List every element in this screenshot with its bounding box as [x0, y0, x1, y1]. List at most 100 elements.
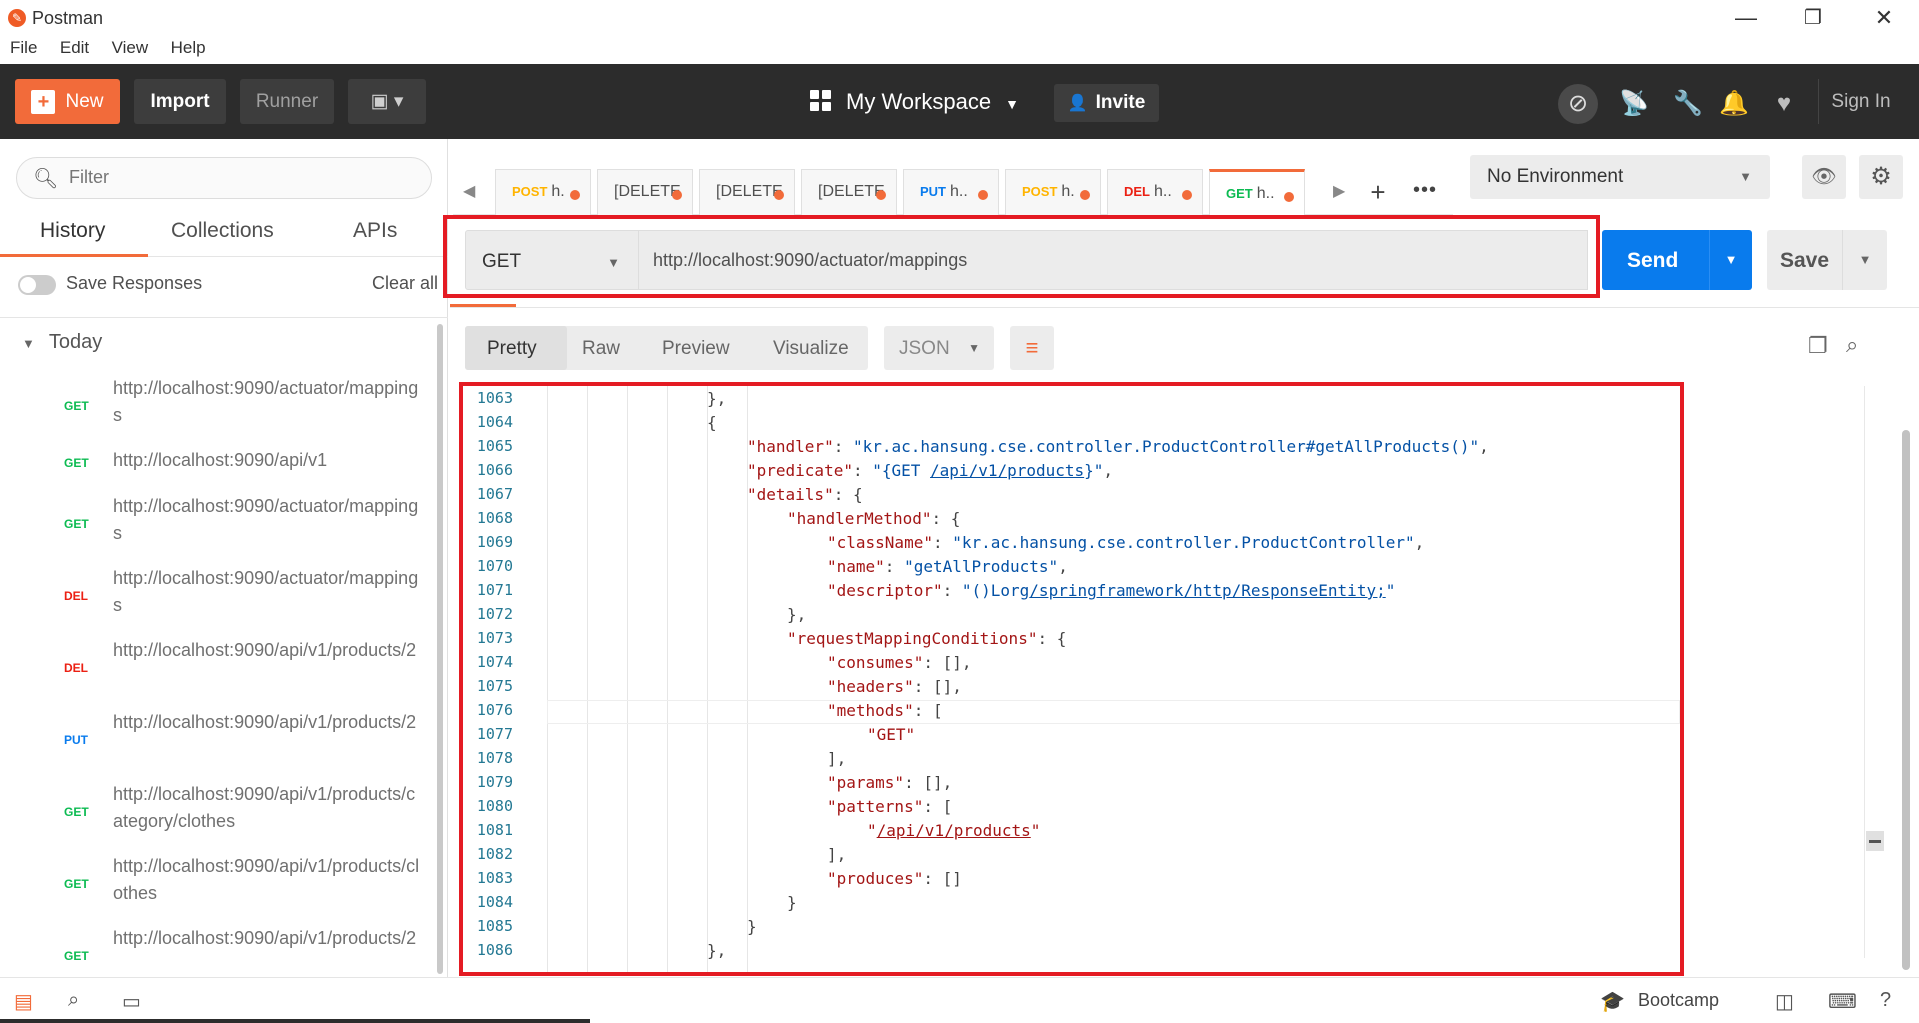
url-input[interactable]: [639, 230, 1588, 290]
line-number: 1068: [476, 509, 513, 527]
history-item[interactable]: GET http://localhost:9090/actuator/mappin…: [0, 485, 440, 557]
menu-view[interactable]: View: [112, 36, 149, 58]
tab-method: PUT: [920, 184, 946, 199]
sign-in-button[interactable]: Sign In: [1818, 79, 1903, 124]
history-method: DEL: [64, 589, 88, 603]
tab-collections[interactable]: Collections: [171, 219, 274, 243]
editor-scroll-marker[interactable]: [1866, 831, 1884, 851]
copy-icon[interactable]: ❐: [1808, 333, 1828, 359]
request-tab[interactable]: GET h..: [1209, 169, 1305, 215]
filter-input[interactable]: [69, 167, 409, 188]
line-number: 1084: [476, 893, 513, 911]
request-tab[interactable]: PUT h..: [903, 169, 999, 215]
unsaved-dot-icon: [1284, 192, 1294, 202]
history-item[interactable]: GET http://localhost:9090/api/v1: [0, 439, 440, 485]
bell-icon[interactable]: 🔔: [1714, 84, 1754, 124]
line-number: 1067: [476, 485, 513, 503]
satellite-icon[interactable]: 📡: [1614, 84, 1654, 124]
restore-icon[interactable]: ❐: [1783, 2, 1843, 34]
history-item[interactable]: PUT http://localhost:9090/api/v1/products…: [0, 701, 440, 773]
format-preview[interactable]: Preview: [662, 338, 730, 360]
page-scrollbar[interactable]: [1902, 430, 1910, 970]
import-button[interactable]: Import: [134, 79, 226, 124]
bootcamp-button[interactable]: Bootcamp: [1638, 990, 1719, 1011]
line-number: 1074: [476, 653, 513, 671]
more-tabs-icon[interactable]: •••: [1405, 170, 1445, 214]
history-url: http://localhost:9090/api/v1/products/cl…: [113, 856, 420, 903]
invite-button[interactable]: 👤 Invite: [1054, 84, 1159, 122]
format-visualize[interactable]: Visualize: [773, 338, 849, 360]
close-icon[interactable]: ✕: [1854, 2, 1914, 34]
menu-bar: File Edit View Help: [0, 36, 1919, 64]
tab-method: DEL: [1124, 184, 1150, 199]
tab-history[interactable]: History: [40, 219, 105, 243]
eye-icon[interactable]: 👁: [1802, 155, 1846, 199]
find-icon[interactable]: ⌕: [68, 989, 79, 1012]
request-tab[interactable]: [DELETE: [801, 169, 897, 215]
bootcamp-icon: 🎓: [1600, 991, 1625, 1013]
request-tab[interactable]: [DELETE: [699, 169, 795, 215]
response-body[interactable]: 1063}, 1064 {1065 "handler": "kr.ac.hansung…: [463, 386, 1680, 972]
save-dropdown-icon[interactable]: ▼: [1842, 230, 1887, 290]
line-number: 1070: [476, 557, 513, 575]
environment-select[interactable]: No Environment ▼: [1470, 155, 1770, 199]
tab-scroll-right-icon[interactable]: ▶: [1333, 181, 1345, 201]
sidebar-scrollbar[interactable]: [437, 324, 443, 974]
menu-file[interactable]: File: [10, 36, 37, 58]
history-url: http://localhost:9090/actuator/mappings: [113, 378, 419, 425]
clear-all-button[interactable]: Clear all: [372, 273, 438, 294]
wrench-icon[interactable]: 🔧: [1668, 84, 1708, 124]
history-group-today[interactable]: ▼ Today: [22, 331, 102, 354]
gear-icon[interactable]: ⚙: [1859, 155, 1903, 199]
code-line: 1080 "patterns": [: [463, 794, 1680, 818]
code-line: 1065 "handler": "kr.ac.hansung.cse.contro…: [463, 434, 1680, 458]
grid-icon: [810, 90, 832, 112]
runner-button[interactable]: Runner: [240, 79, 334, 124]
save-button[interactable]: Save ▼: [1767, 230, 1887, 290]
save-responses-toggle[interactable]: [18, 275, 56, 295]
tab-scroll-left-icon[interactable]: ◀: [463, 181, 475, 201]
app-header: + New Import Runner ▣ ▾ My Workspace ▼ 👤 In…: [0, 64, 1919, 139]
console-icon[interactable]: ▭: [122, 989, 141, 1014]
history-item[interactable]: DEL http://localhost:9090/actuator/mappin…: [0, 557, 440, 629]
request-tab[interactable]: [DELETE: [597, 169, 693, 215]
request-tab[interactable]: POST h.: [495, 169, 591, 215]
group-label: Today: [48, 331, 103, 353]
line-number: 1069: [476, 533, 513, 551]
add-tab-button[interactable]: +: [1358, 170, 1398, 214]
history-item[interactable]: GET http://localhost:9090/api/v1/products…: [0, 773, 440, 845]
format-raw[interactable]: Raw: [582, 338, 620, 360]
new-button[interactable]: + New: [15, 79, 120, 124]
keyboard-icon[interactable]: ⌨: [1828, 989, 1857, 1014]
language-select[interactable]: JSON ▼: [884, 326, 994, 370]
code-line: 1064 {: [463, 410, 1680, 434]
history-item[interactable]: DEL http://localhost:9090/api/v1/products…: [0, 629, 440, 701]
request-tab[interactable]: POST h.: [1005, 169, 1101, 215]
menu-edit[interactable]: Edit: [60, 36, 89, 58]
wrap-lines-icon[interactable]: ≡: [1010, 326, 1054, 370]
help-icon[interactable]: ?: [1880, 989, 1891, 1012]
search-icon[interactable]: ⌕: [1846, 332, 1858, 358]
code-text: "predicate": "{GET /api/v1/products}",: [747, 461, 1114, 480]
workspace-selector[interactable]: My Workspace ▼: [810, 79, 1019, 124]
send-button[interactable]: Send ▼: [1602, 230, 1752, 290]
two-pane-icon[interactable]: ◫: [1775, 989, 1794, 1014]
tab-label: h.: [551, 183, 565, 200]
send-dropdown-icon[interactable]: ▼: [1709, 230, 1752, 290]
code-text: "GET": [867, 725, 916, 744]
sync-off-icon[interactable]: ⊘: [1558, 84, 1598, 124]
new-window-button[interactable]: ▣ ▾: [348, 79, 426, 124]
code-line: 1071 "descriptor": "()Lorg/springframewor…: [463, 578, 1680, 602]
heart-icon[interactable]: ♥: [1764, 84, 1804, 124]
method-select[interactable]: GET ▼: [465, 230, 639, 290]
format-pretty[interactable]: Pretty: [465, 326, 567, 370]
history-url: http://localhost:9090/api/v1/products/ca…: [113, 784, 416, 831]
minimize-icon[interactable]: —: [1716, 2, 1776, 34]
sidebar-toggle-icon[interactable]: ▤: [14, 989, 33, 1014]
menu-help[interactable]: Help: [171, 36, 206, 58]
history-item[interactable]: GET http://localhost:9090/actuator/mappin…: [0, 367, 440, 439]
filter-box: 🔍︎: [16, 157, 432, 199]
request-tab[interactable]: DEL h..: [1107, 169, 1203, 215]
tab-apis[interactable]: APIs: [353, 219, 397, 243]
history-item[interactable]: GET http://localhost:9090/api/v1/products…: [0, 845, 440, 917]
